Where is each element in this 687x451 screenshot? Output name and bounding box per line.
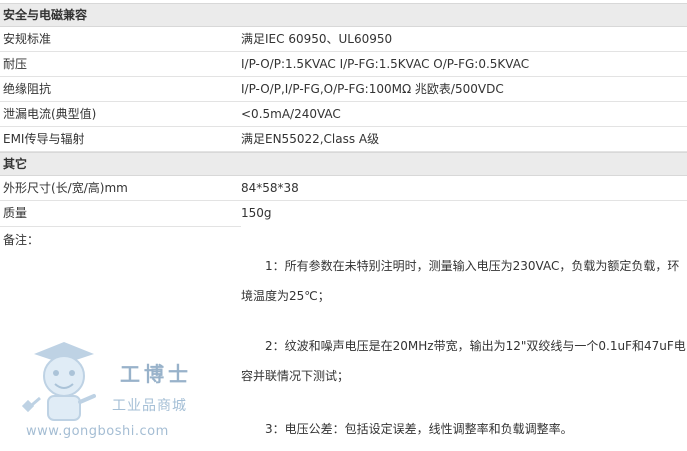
row-value: 满足EN55022,Class A级 [241,132,380,146]
row-label: 质量 [3,206,28,220]
section-header-safety: 安全与电磁兼容 [0,3,687,27]
watermark-url: www.gongboshi.com [26,424,169,439]
table-row: 耐压 I/P-O/P:1.5KVAC I/P-FG:1.5KVAC O/P-FG… [0,52,687,77]
watermark-brand: 工博士 [120,362,192,386]
table-row: 绝缘阻抗 I/P-O/P,I/P-FG,O/P-FG:100MΩ 兆欧表/500… [0,77,687,102]
table-row: 泄漏电流(典型值) <0.5mA/240VAC [0,102,687,127]
row-value: I/P-O/P,I/P-FG,O/P-FG:100MΩ 兆欧表/500VDC [241,82,504,96]
row-value: 84*58*38 [241,181,299,195]
watermark-subtitle: 工业品商城 [112,398,187,414]
row-value: I/P-O/P:1.5KVAC I/P-FG:1.5KVAC O/P-FG:0.… [241,57,530,71]
row-label: 耐压 [3,57,28,71]
table-row: EMI传导与辐射 满足EN55022,Class A级 [0,127,687,152]
note-item-3: 3：电压公差：包括设定误差，线性调整率和负载调整率。 [265,422,573,436]
divider [0,226,241,227]
section-header-other: 其它 [0,152,687,176]
row-label: 绝缘阻抗 [3,82,52,96]
row-label: 外形尺寸(长/宽/高)mm [3,181,128,195]
note-item-2: 2：纹波和噪声电压是在20MHz带宽，输出为12"双绞线与一个0.1uF和47u… [241,339,686,383]
row-label: 泄漏电流(典型值) [3,107,97,121]
table-row: 安规标准 满足IEC 60950、UL60950 [0,27,687,52]
row-value: 150g [241,206,272,220]
table-row: 质量 150g [0,201,687,226]
table-row: 外形尺寸(长/宽/高)mm 84*58*38 [0,176,687,201]
row-label: EMI传导与辐射 [3,132,85,146]
row-value: <0.5mA/240VAC [241,107,341,121]
watermark: 工博士 工业品商城 www.gongboshi.com [20,340,210,445]
note-item-1: 1：所有参数在未特别注明时，测量输入电压为230VAC，负载为额定负载，环境温度… [241,259,680,303]
robot-mascot-icon [21,342,96,421]
row-value: 满足IEC 60950、UL60950 [241,32,393,46]
notes-label: 备注： [3,233,40,247]
row-label: 安规标准 [3,32,52,46]
